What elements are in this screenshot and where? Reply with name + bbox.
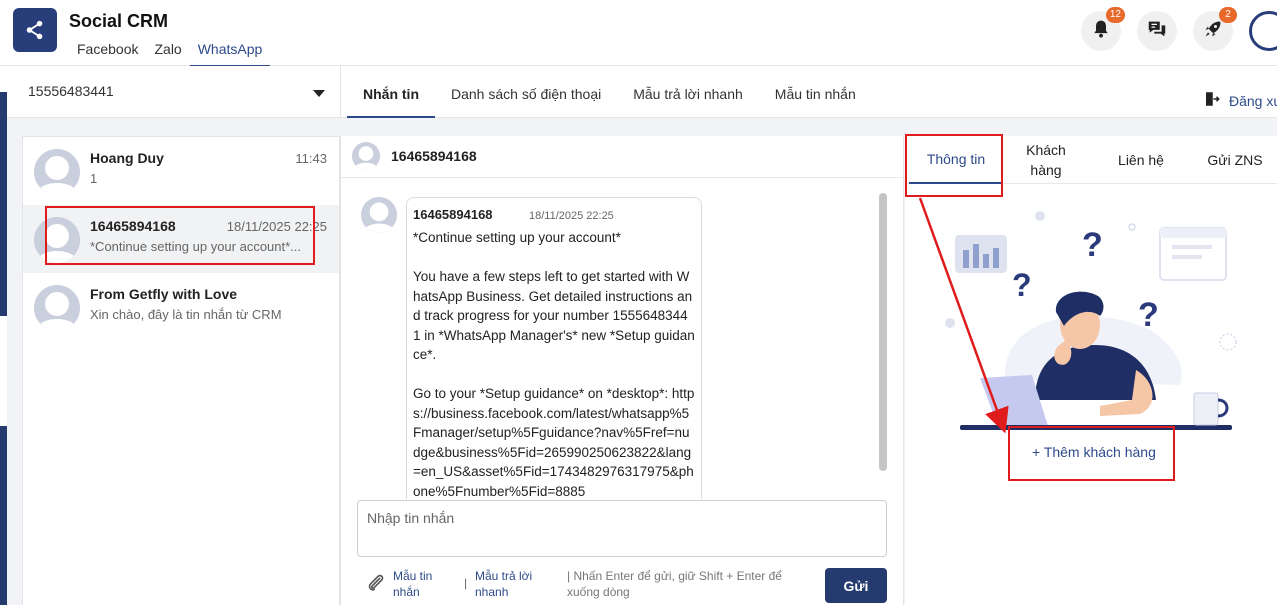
main-tabs: Nhắn tin Danh sách số điện thoại Mẫu trả… bbox=[347, 66, 872, 118]
share-icon[interactable] bbox=[13, 8, 57, 52]
app-title: Social CRM bbox=[69, 11, 169, 31]
avatar-placeholder-icon bbox=[352, 142, 380, 170]
avatar-placeholder-icon bbox=[34, 149, 80, 195]
conversation-name: Hoang Duy bbox=[90, 150, 164, 166]
tab-message-templates[interactable]: Mẫu tin nhắn bbox=[759, 66, 872, 118]
chat-panel: 16465894168 16465894168 18/11/2025 22:25… bbox=[340, 136, 904, 605]
conversation-preview: *Continue setting up your account*... bbox=[90, 239, 302, 254]
tab-zalo[interactable]: Zalo bbox=[146, 36, 189, 67]
conversation-name: From Getfly with Love bbox=[90, 286, 238, 302]
social-crm-app: Social CRM Facebook Zalo WhatsApp 12 2 1… bbox=[0, 0, 1277, 605]
chat-header: 16465894168 bbox=[341, 136, 903, 178]
tab-quick-replies[interactable]: Mẫu trả lời nhanh bbox=[617, 66, 759, 118]
tab-messaging[interactable]: Nhắn tin bbox=[347, 66, 435, 118]
customer-tabs: Thông tin Khách hàng Liên hệ Gửi ZNS bbox=[905, 136, 1277, 184]
message-template-link[interactable]: Mẫu tin nhắn bbox=[393, 568, 445, 600]
message-area[interactable]: 16465894168 18/11/2025 22:25 *Continue s… bbox=[341, 179, 903, 499]
caret-down-icon[interactable] bbox=[313, 90, 325, 97]
svg-text:?: ? bbox=[1082, 226, 1103, 264]
rocket-icon bbox=[1203, 19, 1223, 44]
tab-send-zns[interactable]: Gửi ZNS bbox=[1195, 136, 1275, 184]
conversation-item[interactable]: From Getfly with Love Xin chào, đây là t… bbox=[23, 273, 339, 341]
avatar-placeholder-icon bbox=[34, 285, 80, 331]
user-avatar[interactable] bbox=[1249, 11, 1277, 51]
tab-info[interactable]: Thông tin bbox=[909, 136, 1003, 184]
message-bubble: 16465894168 18/11/2025 22:25 *Continue s… bbox=[406, 197, 702, 499]
tab-customer[interactable]: Khách hàng bbox=[1013, 136, 1079, 184]
bell-icon bbox=[1091, 19, 1111, 44]
quick-reply-link[interactable]: Mẫu trả lời nhanh bbox=[475, 568, 539, 600]
tab-contact[interactable]: Liên hệ bbox=[1105, 136, 1177, 184]
logout-label: Đăng xuất bbox=[1229, 92, 1277, 109]
logout-button[interactable]: Đăng xuất bbox=[1203, 90, 1277, 111]
paperclip-icon[interactable] bbox=[365, 572, 387, 599]
send-hint: | Nhấn Enter để gửi, giữ Shift + Enter đ… bbox=[567, 569, 782, 599]
tab-whatsapp[interactable]: WhatsApp bbox=[189, 36, 271, 67]
account-select[interactable]: 15556483441 bbox=[28, 83, 114, 99]
divider bbox=[340, 66, 341, 118]
conversation-time: 11:43 bbox=[295, 151, 327, 166]
composer-bar: Mẫu tin nhắn | Mẫu trả lời nhanh | Nhấn … bbox=[341, 564, 903, 604]
separator: | bbox=[464, 576, 468, 590]
rocket-button[interactable]: 2 bbox=[1193, 7, 1237, 51]
avatar-placeholder-icon bbox=[361, 197, 397, 233]
left-edge-strip bbox=[0, 66, 7, 605]
svg-text:?: ? bbox=[1012, 267, 1032, 303]
conversation-time: 18/11/2025 22:25 bbox=[226, 219, 327, 234]
logout-icon bbox=[1203, 90, 1221, 111]
message-sender: 16465894168 bbox=[413, 207, 493, 222]
message-scrollbar[interactable] bbox=[879, 193, 887, 471]
conversation-item[interactable]: Hoang Duy 11:43 1 bbox=[23, 137, 339, 205]
messages-button[interactable] bbox=[1137, 11, 1177, 51]
sub-header: 15556483441 Nhắn tin Danh sách số điện t… bbox=[7, 66, 1277, 118]
message-input[interactable] bbox=[357, 500, 887, 557]
conversation-item[interactable]: 16465894168 18/11/2025 22:25 *Continue s… bbox=[23, 205, 339, 273]
conversation-name: 16465894168 bbox=[90, 218, 176, 234]
tab-phone-list[interactable]: Danh sách số điện thoại bbox=[435, 66, 617, 118]
top-header: Social CRM Facebook Zalo WhatsApp 12 2 bbox=[0, 0, 1277, 67]
conversation-preview: 1 bbox=[90, 171, 98, 186]
notifications-button[interactable]: 12 bbox=[1081, 7, 1125, 51]
channel-tabs: Facebook Zalo WhatsApp bbox=[69, 36, 271, 67]
avatar-placeholder-icon bbox=[34, 217, 80, 263]
notifications-badge: 12 bbox=[1105, 7, 1125, 23]
message-text: *Continue setting up your account* You h… bbox=[413, 230, 695, 499]
chat-bubbles-icon bbox=[1146, 18, 1168, 45]
tab-facebook[interactable]: Facebook bbox=[69, 36, 146, 67]
chat-contact-name: 16465894168 bbox=[391, 148, 477, 164]
send-button[interactable]: Gửi bbox=[825, 568, 887, 603]
rocket-badge: 2 bbox=[1219, 7, 1237, 23]
conversation-list: Hoang Duy 11:43 1 16465894168 18/11/2025… bbox=[22, 136, 340, 605]
conversation-preview: Xin chào, đây là tin nhắn từ CRM bbox=[90, 307, 282, 322]
add-customer-button[interactable]: + Thêm khách hàng bbox=[1032, 444, 1156, 460]
empty-state-illustration: ? ? ? bbox=[940, 200, 1250, 440]
message-time: 18/11/2025 22:25 bbox=[528, 210, 614, 222]
